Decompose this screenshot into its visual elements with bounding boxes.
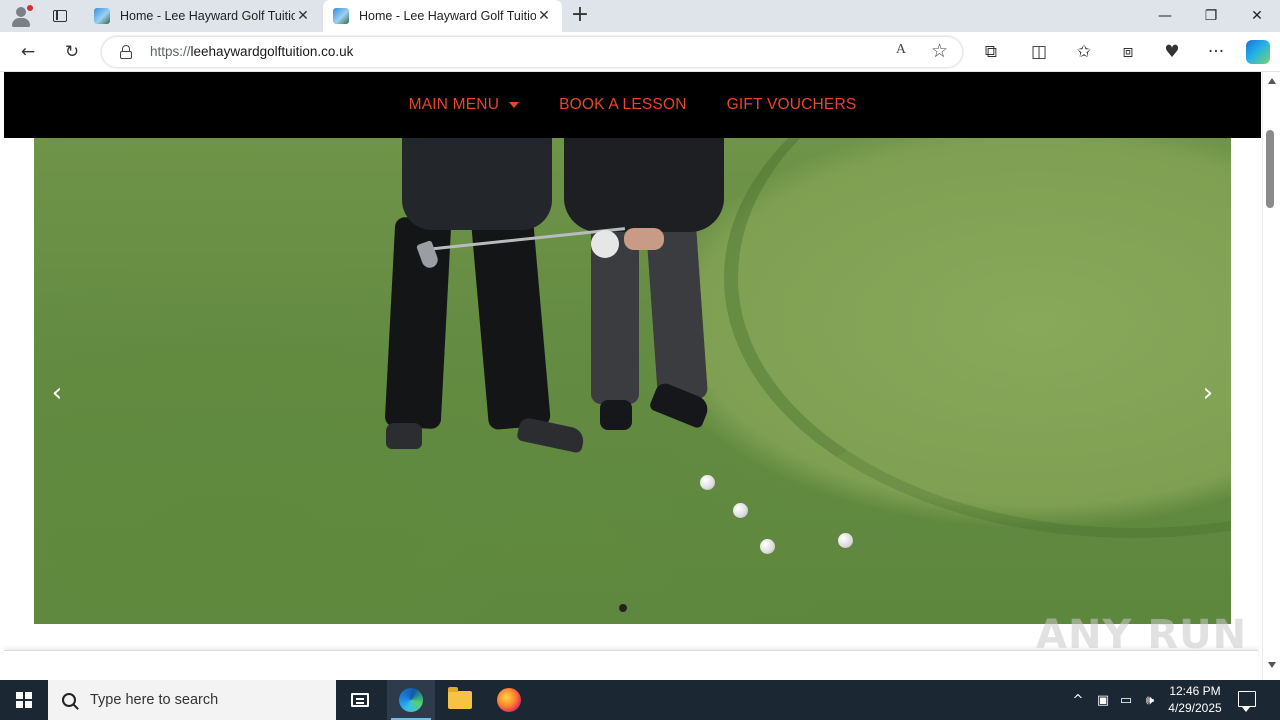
folder-icon <box>448 687 472 709</box>
back-arrow-icon[interactable]: ← <box>16 40 40 64</box>
clock-date: 4/29/2025 <box>1168 701 1222 715</box>
nav-main-menu[interactable]: MAIN MENU <box>409 96 520 114</box>
task-view-icon <box>351 693 369 707</box>
show-hidden-icons-chevron-icon[interactable]: ^ <box>1068 680 1088 720</box>
tab-title: Home - Lee Hayward Golf Tuition <box>359 9 536 23</box>
nav-book-a-lesson[interactable]: BOOK A LESSON <box>559 96 687 114</box>
nav-main-menu-label: MAIN MENU <box>408 96 500 113</box>
taskbar-clock[interactable]: 12:46 PM 4/29/2025 <box>1160 683 1230 717</box>
golf-glove <box>591 230 619 258</box>
hero-image-slider[interactable]: ‹ › <box>34 138 1231 624</box>
anyrun-watermark: ANY RUN <box>1036 612 1248 658</box>
restore-button[interactable]: ❐ <box>1188 0 1234 32</box>
copilot-icon[interactable] <box>1246 40 1270 64</box>
scroll-up-arrow-icon[interactable] <box>1268 78 1276 84</box>
profile-avatar-icon[interactable] <box>9 5 33 27</box>
browser-tab-2[interactable]: Home - Lee Hayward Golf Tuition ✕ <box>323 0 562 32</box>
browser-tab-1[interactable]: Home - Lee Hayward Golf Tuition ✕ <box>84 0 321 32</box>
windows-taskbar: Type here to search ^ ▣ ▭ 🕪 12:46 PM 4/2… <box>0 680 1280 720</box>
edge-icon <box>399 688 423 712</box>
read-aloud-icon[interactable]: A <box>896 42 906 58</box>
page-scrollbar[interactable] <box>1262 72 1280 680</box>
tab-close-icon[interactable]: ✕ <box>536 8 552 24</box>
refresh-icon[interactable]: ↻ <box>60 40 84 64</box>
taskbar-file-explorer-app[interactable] <box>436 680 484 720</box>
clock-time: 12:46 PM <box>1169 684 1221 698</box>
windows-logo-icon <box>16 692 32 708</box>
tab-close-icon[interactable]: ✕ <box>295 8 311 24</box>
firefox-icon <box>497 688 521 712</box>
dropdown-caret-icon <box>509 102 520 108</box>
lock-icon[interactable] <box>120 45 132 59</box>
browser-tab-strip: Home - Lee Hayward Golf Tuition ✕ Home -… <box>0 0 1280 32</box>
url-scheme: https:// <box>150 44 191 59</box>
taskbar-edge-app[interactable] <box>387 680 435 720</box>
new-tab-button[interactable]: + <box>568 4 592 28</box>
task-view-button[interactable] <box>336 680 384 720</box>
meet-now-icon[interactable]: ▣ <box>1094 680 1112 720</box>
golf-ball <box>838 533 853 548</box>
split-screen-icon[interactable]: ◫ <box>1027 40 1051 64</box>
taskbar-search-box[interactable]: Type here to search <box>48 680 336 720</box>
golfer-student <box>564 138 724 232</box>
golf-ball <box>700 475 715 490</box>
browser-toolbar: ← ↻ https://leehaywardgolftuition.co.uk … <box>0 32 1280 72</box>
url-text[interactable]: https://leehaywardgolftuition.co.uk <box>150 44 353 59</box>
notifications-icon[interactable] <box>1238 691 1256 712</box>
slider-prev-arrow-icon[interactable]: ‹ <box>45 378 69 408</box>
start-button[interactable] <box>0 680 48 720</box>
search-placeholder: Type here to search <box>90 692 219 708</box>
taskbar-firefox-app[interactable] <box>485 680 533 720</box>
browser-essentials-icon[interactable]: ♥ <box>1160 40 1184 64</box>
slider-indicator-dot[interactable] <box>619 604 627 612</box>
golfer-instructor <box>402 138 552 230</box>
tab-title: Home - Lee Hayward Golf Tuition <box>120 9 295 23</box>
golf-ball <box>760 539 775 554</box>
minimize-button[interactable]: — <box>1142 0 1188 32</box>
golf-ball <box>733 503 748 518</box>
site-navigation: MAIN MENU BOOK A LESSON GIFT VOUCHERS <box>4 72 1261 138</box>
address-bar[interactable]: https://leehaywardgolftuition.co.uk A ☆ <box>101 36 963 68</box>
nav-gift-vouchers-label: GIFT VOUCHERS <box>726 96 857 113</box>
volume-icon[interactable]: 🕪 <box>1140 680 1160 720</box>
window-close-button[interactable]: ✕ <box>1234 0 1280 32</box>
network-icon[interactable]: ▭ <box>1116 680 1136 720</box>
site-favicon-icon <box>94 8 110 24</box>
nav-gift-vouchers[interactable]: GIFT VOUCHERS <box>727 96 857 114</box>
slider-next-arrow-icon[interactable]: › <box>1196 378 1220 408</box>
nav-book-a-lesson-label: BOOK A LESSON <box>559 96 687 113</box>
site-favicon-icon <box>333 8 349 24</box>
page-viewport: MAIN MENU BOOK A LESSON GIFT VOUCHERS ‹ … <box>0 72 1262 680</box>
add-favorite-star-icon[interactable]: ☆ <box>931 40 948 62</box>
tab-actions-icon[interactable] <box>49 6 71 26</box>
scroll-down-arrow-icon[interactable] <box>1268 662 1276 668</box>
settings-more-icon[interactable]: ··· <box>1204 40 1228 64</box>
collections-icon[interactable]: ⧈ <box>1116 40 1140 64</box>
scroll-thumb[interactable] <box>1266 130 1274 208</box>
favorites-icon[interactable]: ✩ <box>1072 40 1096 64</box>
url-host: leehaywardgolftuition.co.uk <box>190 44 354 59</box>
search-icon <box>59 690 79 710</box>
extensions-icon[interactable]: ⧉ <box>979 40 1003 64</box>
